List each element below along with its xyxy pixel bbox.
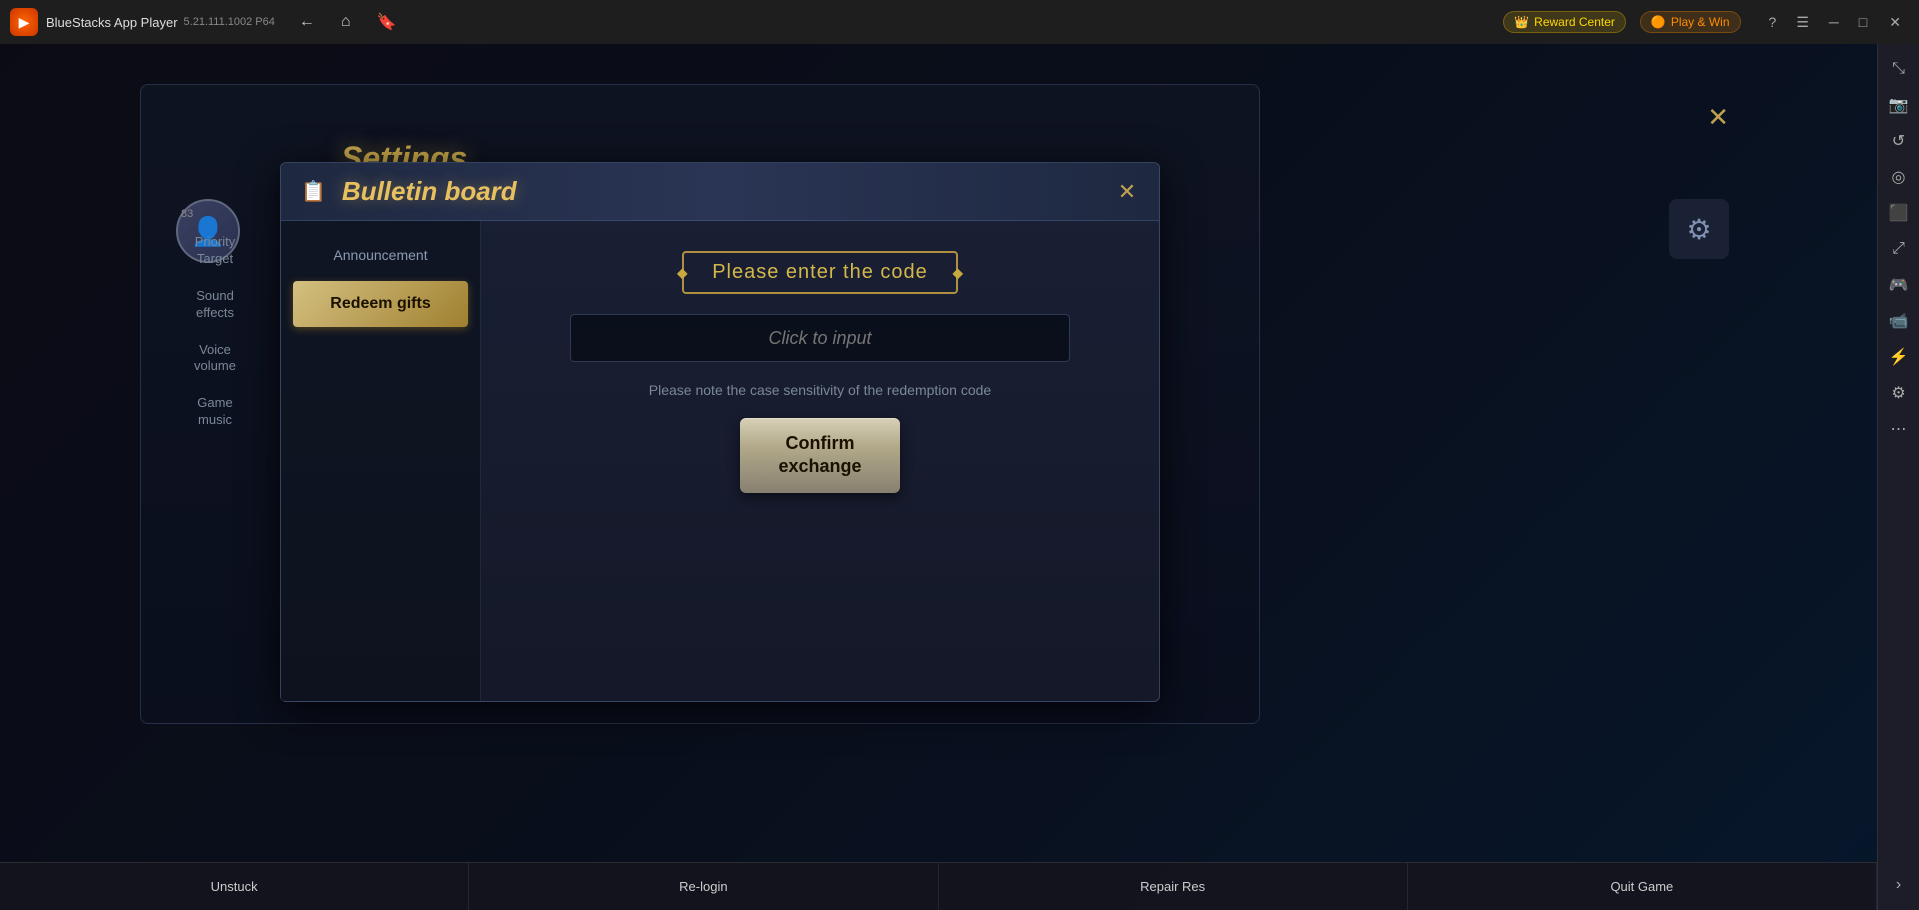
bulletin-close-button[interactable]: ✕ bbox=[1111, 176, 1143, 208]
code-note: Please note the case sensitivity of the … bbox=[649, 382, 991, 398]
settings-nav-priority[interactable]: PriorityTarget bbox=[175, 224, 255, 278]
code-title-wrapper: Please enter the code bbox=[682, 251, 958, 294]
right-sidebar: ⤡ 📷 ↺ ◎ ⬛ ⤢ 🎮 📹 ⚡ ⚙ ⋯ › bbox=[1877, 44, 1919, 910]
sidebar-collapse-icon[interactable]: › bbox=[1882, 868, 1916, 902]
settings-close-button[interactable]: ✕ bbox=[1707, 102, 1729, 133]
sidebar-more-icon[interactable]: ⋯ bbox=[1882, 412, 1916, 446]
titlebar-actions: ? ☰ ─ □ ✕ bbox=[1763, 12, 1909, 33]
sidebar-video-icon[interactable]: 📹 bbox=[1882, 304, 1916, 338]
sidebar-gamepad-icon[interactable]: 🎮 bbox=[1882, 268, 1916, 302]
bottom-bar: Unstuck Re-login Repair Res Quit Game bbox=[0, 862, 1877, 910]
player-level: 83 bbox=[175, 204, 255, 224]
unstuck-button[interactable]: Unstuck bbox=[0, 863, 469, 910]
code-title-text: Please enter the code bbox=[712, 261, 928, 283]
sidebar-resize-icon[interactable]: ⤡ bbox=[1882, 52, 1916, 86]
maximize-button[interactable]: □ bbox=[1853, 12, 1873, 33]
sidebar-rotate-icon[interactable]: ↺ bbox=[1882, 124, 1916, 158]
home-button[interactable]: ⌂ bbox=[335, 10, 357, 34]
sidebar-location-icon[interactable]: ◎ bbox=[1882, 160, 1916, 194]
code-input[interactable] bbox=[570, 314, 1070, 362]
tab-redeem-gifts[interactable]: Redeem gifts bbox=[293, 281, 468, 327]
quit-game-button[interactable]: Quit Game bbox=[1408, 863, 1877, 910]
close-window-button[interactable]: ✕ bbox=[1881, 12, 1909, 33]
settings-nav-sound[interactable]: Soundeffects bbox=[175, 278, 255, 332]
sidebar-scale-icon[interactable]: ⤢ bbox=[1882, 232, 1916, 266]
settings-nav: 83 PriorityTarget Soundeffects Voicevolu… bbox=[175, 204, 255, 439]
back-button[interactable]: ← bbox=[293, 10, 321, 34]
titlebar-right: 👑 Reward Center 🟠 Play & Win ? ☰ ─ □ ✕ bbox=[1503, 11, 1909, 33]
settings-nav-voice[interactable]: Voicevolume bbox=[175, 332, 255, 386]
settings-nav-music[interactable]: Gamemusic bbox=[175, 385, 255, 439]
app-version: 5.21.111.1002 P64 bbox=[184, 16, 275, 28]
gear-settings-button[interactable]: ⚙ bbox=[1669, 199, 1729, 259]
code-title-box: Please enter the code bbox=[682, 251, 958, 294]
titlebar: ▶ BlueStacks App Player 5.21.111.1002 P6… bbox=[0, 0, 1919, 44]
bulletin-title: Bulletin board bbox=[342, 176, 517, 207]
minimize-button[interactable]: ─ bbox=[1823, 12, 1845, 33]
confirm-exchange-button[interactable]: Confirm exchange bbox=[740, 418, 900, 493]
bulletin-content: Please enter the code Please note the ca… bbox=[481, 221, 1159, 701]
app-logo: ▶ bbox=[10, 8, 38, 36]
sidebar-screenshot-icon[interactable]: 📷 bbox=[1882, 88, 1916, 122]
help-button[interactable]: ? bbox=[1763, 12, 1783, 33]
bulletin-body: Announcement Redeem gifts Please enter t… bbox=[281, 221, 1159, 701]
coin-icon: 🟠 bbox=[1651, 15, 1666, 29]
menu-button[interactable]: ☰ bbox=[1790, 12, 1815, 33]
bookmark-button[interactable]: 🔖 bbox=[371, 10, 403, 34]
reward-center-button[interactable]: 👑 Reward Center bbox=[1503, 11, 1626, 33]
app-name: BlueStacks App Player bbox=[46, 15, 178, 30]
bulletin-modal: 📋 Bulletin board ✕ Announcement Redeem g… bbox=[280, 162, 1160, 702]
play-win-label: Play & Win bbox=[1671, 15, 1730, 29]
sidebar-settings-icon[interactable]: ⚙ bbox=[1882, 376, 1916, 410]
sidebar-macro-icon[interactable]: ⚡ bbox=[1882, 340, 1916, 374]
sidebar-apk-icon[interactable]: ⬛ bbox=[1882, 196, 1916, 230]
main-content: Settings ✕ 👤 83 PriorityTarget Soundeffe… bbox=[0, 44, 1877, 862]
titlebar-nav: ← ⌂ 🔖 bbox=[293, 10, 403, 34]
play-win-button[interactable]: 🟠 Play & Win bbox=[1640, 11, 1741, 33]
bulletin-header: 📋 Bulletin board ✕ bbox=[281, 163, 1159, 221]
reward-center-label: Reward Center bbox=[1534, 15, 1615, 29]
relogin-button[interactable]: Re-login bbox=[469, 863, 938, 910]
repair-res-button[interactable]: Repair Res bbox=[939, 863, 1408, 910]
crown-icon: 👑 bbox=[1514, 15, 1529, 29]
bulletin-tabs: Announcement Redeem gifts bbox=[281, 221, 481, 701]
tab-announcement[interactable]: Announcement bbox=[293, 237, 468, 273]
